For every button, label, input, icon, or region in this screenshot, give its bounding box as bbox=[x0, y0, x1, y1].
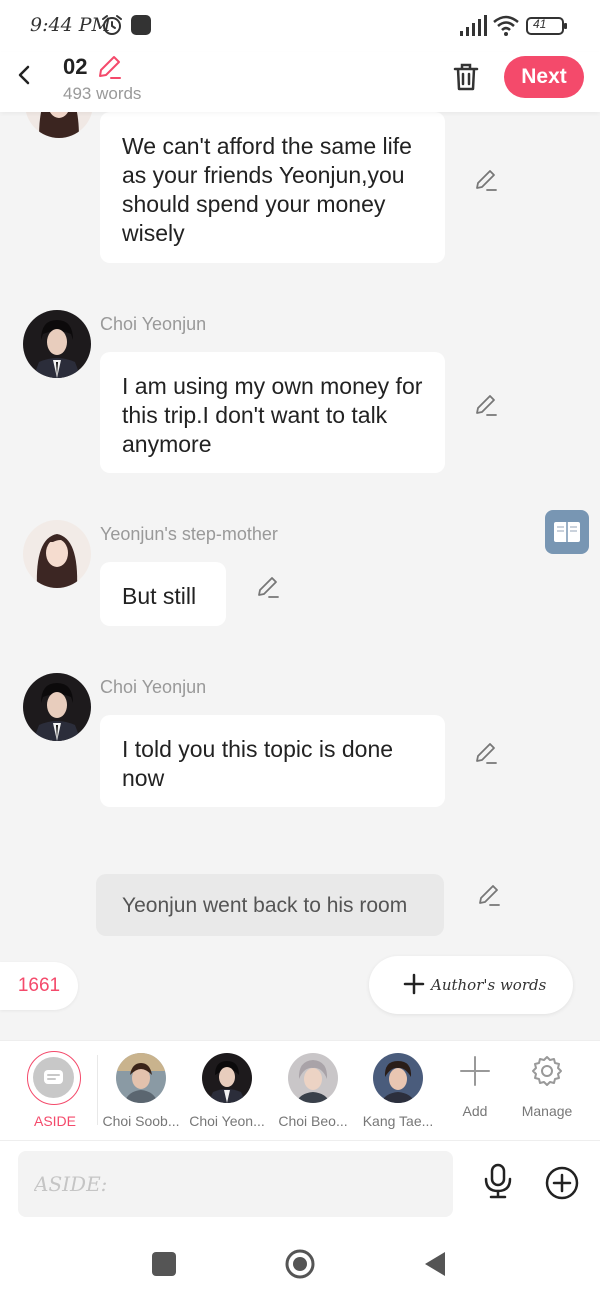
edit-message-pencil-icon[interactable] bbox=[474, 393, 498, 417]
speaker-avatar[interactable] bbox=[23, 310, 91, 378]
edit-message-pencil-icon[interactable] bbox=[477, 883, 501, 907]
recent-apps-icon[interactable] bbox=[152, 1252, 176, 1276]
character-avatar bbox=[373, 1053, 423, 1103]
manage-label: Manage bbox=[521, 1103, 573, 1119]
character-count-chip: 1661 bbox=[0, 962, 78, 1010]
battery-level: 41 bbox=[533, 17, 547, 31]
aside-chat-icon bbox=[44, 1070, 63, 1084]
aside-message-input[interactable] bbox=[18, 1151, 453, 1217]
speaker-name: Yeonjun's step-mother bbox=[100, 524, 278, 544]
author-words-label: Author's words bbox=[431, 976, 547, 994]
character-aside[interactable]: ASIDE bbox=[10, 1041, 100, 1141]
message-text: I am using my own money for this trip.I … bbox=[122, 373, 423, 457]
word-count: 493 words bbox=[63, 84, 142, 103]
system-navigation-bar bbox=[0, 1230, 600, 1300]
nav-back-icon[interactable] bbox=[423, 1250, 447, 1278]
message-bubble[interactable]: We can't afford the same life as your fr… bbox=[100, 112, 445, 263]
back-arrow-icon[interactable] bbox=[12, 62, 38, 88]
chapter-title: 02 bbox=[63, 54, 88, 79]
editor-header: 02 493 words Next bbox=[0, 52, 600, 112]
message-text: I told you this topic is done now bbox=[122, 736, 394, 791]
alarm-clock-icon bbox=[102, 15, 122, 35]
message-text: We can't afford the same life as your fr… bbox=[122, 133, 412, 246]
message-bubble[interactable]: But still bbox=[100, 562, 226, 626]
cellular-signal-icon bbox=[460, 15, 487, 36]
manage-characters-button[interactable]: Manage bbox=[502, 1041, 592, 1141]
aside-avatar-ring bbox=[27, 1051, 81, 1105]
wifi-icon bbox=[493, 15, 519, 36]
character-choi-beomgyu[interactable]: Choi Beo... bbox=[268, 1041, 358, 1141]
character-avatar bbox=[116, 1053, 166, 1103]
status-time: 9:44 PM bbox=[30, 14, 111, 36]
edit-message-pencil-icon[interactable] bbox=[474, 741, 498, 765]
character-selector-bar: ASIDE Choi Soob... Choi Yeon... Choi Beo… bbox=[0, 1040, 600, 1140]
gear-icon bbox=[532, 1056, 562, 1086]
add-media-plus-circle-icon[interactable] bbox=[544, 1165, 580, 1201]
status-bar: 9:44 PM 41 bbox=[0, 0, 600, 52]
author-words-button[interactable]: Author's words bbox=[369, 956, 573, 1014]
trash-icon[interactable] bbox=[452, 62, 480, 92]
app-notification-icon bbox=[131, 15, 151, 35]
aside-message-text: Yeonjun went back to his room bbox=[122, 894, 408, 917]
speaker-avatar[interactable] bbox=[23, 673, 91, 741]
plus-icon bbox=[460, 1056, 490, 1086]
speaker-name: Choi Yeonjun bbox=[100, 314, 207, 334]
character-avatar bbox=[288, 1053, 338, 1103]
edit-message-pencil-icon[interactable] bbox=[474, 168, 498, 192]
character-name: Choi Beo... bbox=[278, 1113, 348, 1129]
message-bubble[interactable]: I am using my own money for this trip.I … bbox=[100, 352, 445, 473]
composer-row bbox=[0, 1140, 600, 1230]
aside-message-bubble[interactable]: Yeonjun went back to his room bbox=[96, 874, 444, 936]
character-avatar bbox=[202, 1053, 252, 1103]
edit-message-pencil-icon[interactable] bbox=[256, 575, 280, 599]
message-bubble[interactable]: I told you this topic is done now bbox=[100, 715, 445, 807]
character-name: Choi Soob... bbox=[102, 1113, 180, 1129]
character-name: Choi Yeon... bbox=[189, 1113, 265, 1129]
home-icon[interactable] bbox=[284, 1248, 316, 1280]
speaker-avatar[interactable] bbox=[23, 520, 91, 588]
message-text: But still bbox=[122, 583, 197, 609]
character-name: ASIDE bbox=[33, 1113, 76, 1129]
character-choi-soobin[interactable]: Choi Soob... bbox=[96, 1041, 186, 1141]
edit-title-pencil-icon[interactable] bbox=[96, 54, 122, 80]
microphone-icon[interactable] bbox=[482, 1163, 514, 1199]
next-button[interactable]: Next bbox=[504, 56, 584, 98]
plus-icon bbox=[403, 973, 425, 995]
reader-mode-icon[interactable] bbox=[545, 510, 589, 554]
character-choi-yeonjun[interactable]: Choi Yeon... bbox=[182, 1041, 272, 1141]
speaker-name: Choi Yeonjun bbox=[100, 677, 207, 697]
